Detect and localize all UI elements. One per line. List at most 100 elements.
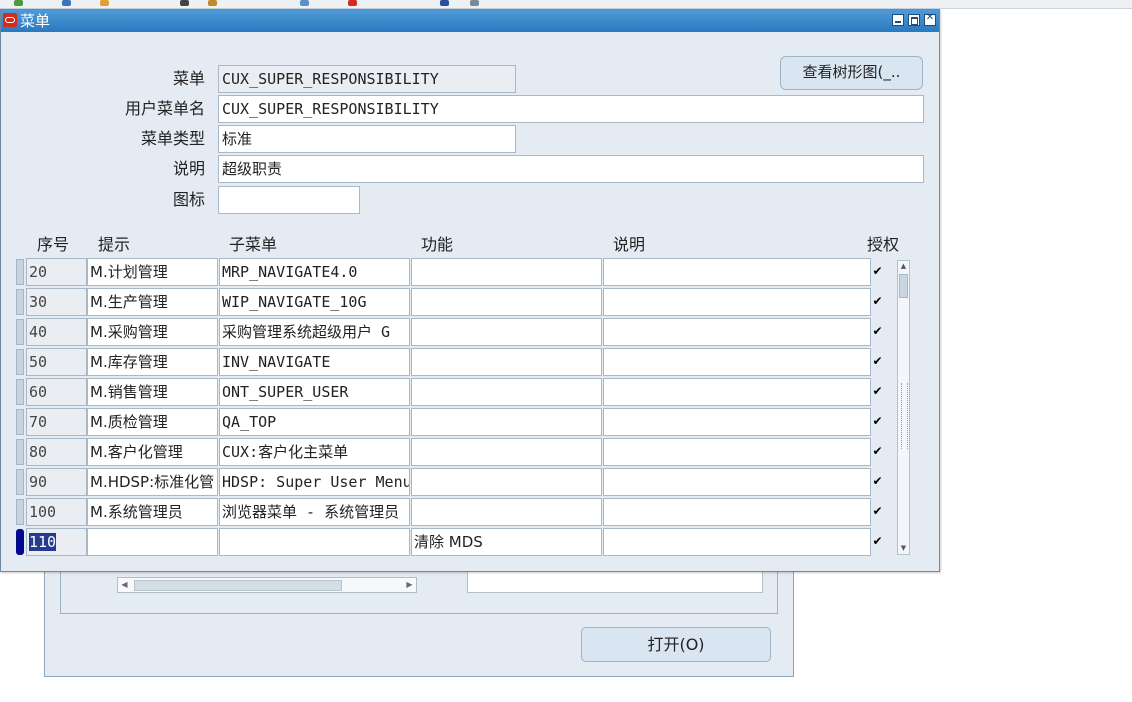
- title-bar[interactable]: 菜单: [1, 10, 939, 32]
- seq-cell[interactable]: 60: [26, 378, 87, 406]
- function-cell[interactable]: [411, 318, 602, 346]
- prompt-cell[interactable]: M.库存管理: [87, 348, 218, 376]
- grant-checkbox[interactable]: ✔: [872, 445, 883, 457]
- maximize-button[interactable]: [908, 14, 920, 26]
- prompt-cell[interactable]: M.系统管理员: [87, 498, 218, 526]
- function-cell[interactable]: [411, 288, 602, 316]
- grant-checkbox[interactable]: ✔: [872, 475, 883, 487]
- submenu-cell[interactable]: [219, 528, 410, 556]
- seq-cell[interactable]: 30: [26, 288, 87, 316]
- toolbar-icon[interactable]: [62, 0, 71, 6]
- description-cell[interactable]: [603, 498, 871, 526]
- toolbar-icon[interactable]: [180, 0, 189, 6]
- submenu-cell[interactable]: MRP_NAVIGATE4.0: [219, 258, 410, 286]
- delete-icon[interactable]: [348, 0, 357, 6]
- toolbar-icon[interactable]: [208, 0, 217, 6]
- grant-checkbox[interactable]: ✔: [872, 385, 883, 397]
- seq-cell[interactable]: 70: [26, 408, 87, 436]
- toolbar-icon[interactable]: [100, 0, 109, 6]
- function-cell[interactable]: [411, 438, 602, 466]
- description-cell[interactable]: [603, 318, 871, 346]
- submenu-cell[interactable]: WIP_NAVIGATE_10G: [219, 288, 410, 316]
- menu-label: 菜单: [172, 69, 205, 88]
- grant-checkbox[interactable]: ✔: [872, 415, 883, 427]
- horizontal-scrollbar[interactable]: ◀ ▶: [117, 577, 417, 593]
- seq-cell[interactable]: 40: [26, 318, 87, 346]
- submenu-cell[interactable]: 采购管理系统超级用户 G: [219, 318, 410, 346]
- function-cell[interactable]: [411, 258, 602, 286]
- submenu-cell[interactable]: CUX:客户化主菜单: [219, 438, 410, 466]
- scroll-thumb[interactable]: [134, 580, 342, 591]
- minimize-button[interactable]: [892, 14, 904, 26]
- seq-cell[interactable]: 90: [26, 468, 87, 496]
- menu-type-field[interactable]: 标准: [218, 125, 516, 153]
- seq-cell[interactable]: 110: [26, 528, 87, 556]
- scroll-down-icon[interactable]: ▼: [898, 543, 909, 554]
- grant-checkbox[interactable]: ✔: [872, 355, 883, 367]
- function-cell[interactable]: [411, 468, 602, 496]
- prompt-cell[interactable]: M.采购管理: [87, 318, 218, 346]
- description-cell[interactable]: [603, 288, 871, 316]
- seq-cell[interactable]: 100: [26, 498, 87, 526]
- grant-checkbox[interactable]: ✔: [872, 505, 883, 517]
- toolbar-icon[interactable]: [300, 0, 309, 6]
- submenu-cell[interactable]: ONT_SUPER_USER: [219, 378, 410, 406]
- seq-cell[interactable]: 20: [26, 258, 87, 286]
- navigator-field[interactable]: [467, 569, 763, 593]
- submenu-cell[interactable]: QA_TOP: [219, 408, 410, 436]
- scroll-left-icon[interactable]: ◀: [118, 578, 131, 592]
- row-selector[interactable]: [16, 349, 24, 375]
- row-selector[interactable]: [16, 379, 24, 405]
- row-selector[interactable]: [16, 319, 24, 345]
- prompt-cell[interactable]: M.生产管理: [87, 288, 218, 316]
- vertical-scrollbar[interactable]: ▲ ▼: [897, 260, 910, 555]
- row-selector[interactable]: [16, 259, 24, 285]
- row-selector[interactable]: [16, 289, 24, 315]
- row-selector[interactable]: [16, 439, 24, 465]
- close-button[interactable]: [924, 12, 936, 26]
- row-selector[interactable]: [16, 529, 24, 555]
- description-cell[interactable]: [603, 528, 871, 556]
- toolbar-icon[interactable]: [470, 0, 479, 6]
- submenu-cell[interactable]: INV_NAVIGATE: [219, 348, 410, 376]
- seq-cell[interactable]: 50: [26, 348, 87, 376]
- scroll-thumb[interactable]: [899, 274, 908, 298]
- seq-cell[interactable]: 80: [26, 438, 87, 466]
- prompt-cell[interactable]: M.客户化管理: [87, 438, 218, 466]
- function-cell[interactable]: 清除 MDS: [411, 528, 602, 556]
- submenu-cell[interactable]: 浏览器菜单 - 系统管理员: [219, 498, 410, 526]
- description-cell[interactable]: [603, 408, 871, 436]
- view-tree-button[interactable]: 查看树形图(_..: [780, 56, 923, 90]
- row-selector[interactable]: [16, 409, 24, 435]
- grant-checkbox[interactable]: ✔: [872, 295, 883, 307]
- grant-checkbox[interactable]: ✔: [872, 535, 883, 547]
- prompt-cell[interactable]: M.质检管理: [87, 408, 218, 436]
- grant-checkbox[interactable]: ✔: [872, 265, 883, 277]
- description-cell[interactable]: [603, 348, 871, 376]
- description-cell[interactable]: [603, 258, 871, 286]
- icon-field[interactable]: [218, 186, 360, 214]
- scroll-right-icon[interactable]: ▶: [403, 578, 416, 592]
- row-selector[interactable]: [16, 469, 24, 495]
- function-cell[interactable]: [411, 498, 602, 526]
- prompt-cell[interactable]: M.计划管理: [87, 258, 218, 286]
- menu-field[interactable]: CUX_SUPER_RESPONSIBILITY: [218, 65, 516, 93]
- toolbar-icon[interactable]: [440, 0, 449, 6]
- grant-checkbox[interactable]: ✔: [872, 325, 883, 337]
- row-selector[interactable]: [16, 499, 24, 525]
- prompt-cell[interactable]: M.HDSP:标准化管: [87, 468, 218, 496]
- function-cell[interactable]: [411, 408, 602, 436]
- user-menu-field[interactable]: CUX_SUPER_RESPONSIBILITY: [218, 95, 924, 123]
- prompt-cell[interactable]: M.销售管理: [87, 378, 218, 406]
- description-cell[interactable]: [603, 378, 871, 406]
- function-cell[interactable]: [411, 378, 602, 406]
- description-cell[interactable]: [603, 468, 871, 496]
- description-cell[interactable]: [603, 438, 871, 466]
- submenu-cell[interactable]: HDSP: Super User Menu: [219, 468, 410, 496]
- toolbar-icon[interactable]: [14, 0, 23, 6]
- open-button[interactable]: 打开(O): [581, 627, 771, 662]
- function-cell[interactable]: [411, 348, 602, 376]
- prompt-cell[interactable]: [87, 528, 218, 556]
- scroll-up-icon[interactable]: ▲: [898, 261, 909, 272]
- description-field[interactable]: 超级职责: [218, 155, 924, 183]
